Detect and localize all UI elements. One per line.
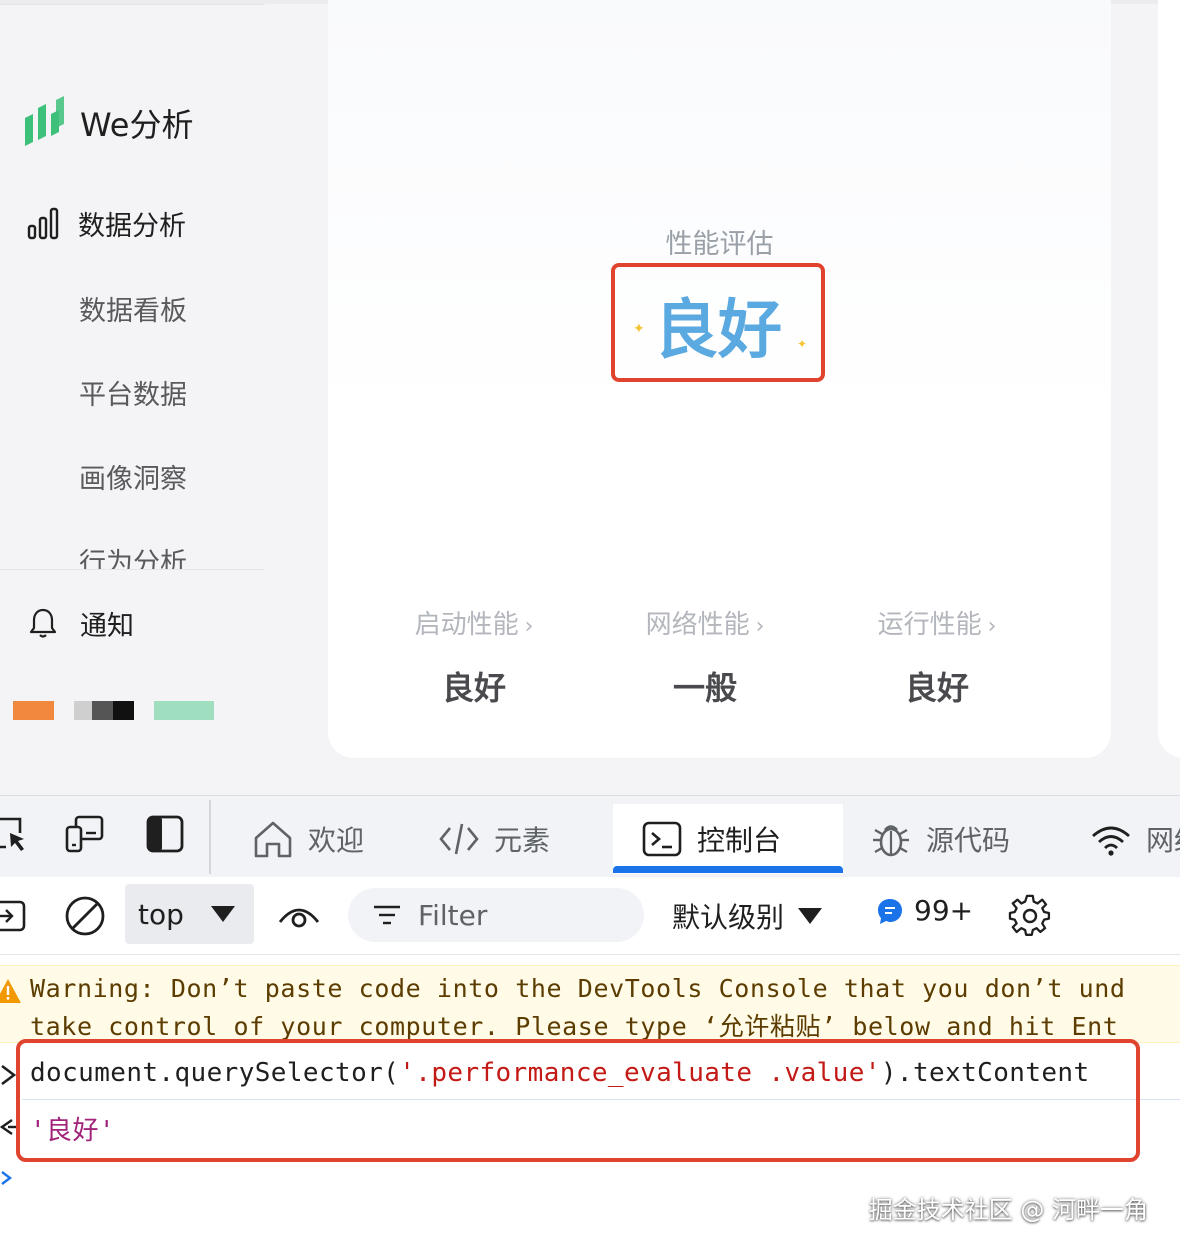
log-levels-label: 默认级别 — [672, 901, 785, 934]
caret-down-icon — [211, 906, 235, 922]
blurred-info-block — [154, 701, 214, 720]
metric-runtime-title: 运行性能 — [877, 610, 982, 640]
metric-startup[interactable]: 启动性能 › 良好 — [374, 604, 574, 709]
sidebar-group-data-analysis[interactable]: 数据分析 — [26, 203, 186, 243]
paste-warning-message: Warning: Don’t paste code into the DevTo… — [0, 965, 1180, 1043]
device-toolbar-icon[interactable] — [64, 813, 106, 855]
metric-network-title: 网络性能 — [645, 610, 750, 640]
console-icon — [642, 821, 682, 857]
bell-icon — [29, 608, 57, 638]
dock-side-icon[interactable] — [144, 813, 186, 855]
blurred-username-block — [74, 701, 134, 720]
tab-label: 元素 — [494, 824, 551, 857]
tab-elements[interactable]: 元素 — [438, 804, 550, 874]
blurred-avatar-block — [13, 701, 54, 720]
metric-runtime[interactable]: 运行性能 › 良好 — [837, 604, 1037, 709]
tab-bar-divider — [209, 800, 211, 874]
logo-icon — [25, 96, 64, 146]
live-expression-eye-icon[interactable] — [277, 894, 321, 938]
warning-line-1: Warning: Don’t paste code into the DevTo… — [30, 974, 1126, 1003]
sidebar-item-platform-data[interactable]: 平台数据 — [79, 373, 187, 412]
filter-icon — [374, 905, 400, 925]
settings-gear-icon[interactable] — [1008, 894, 1052, 938]
filter-placeholder: Filter — [418, 898, 488, 932]
sidebar-divider — [0, 569, 265, 570]
tab-label: 网络 — [1146, 824, 1180, 857]
highlight-box-console — [16, 1039, 1140, 1162]
metric-network[interactable]: 网络性能 › 一般 — [605, 604, 805, 709]
log-levels-select[interactable]: 默认级别 — [672, 896, 824, 936]
message-bubble-icon — [878, 898, 902, 924]
app-logo-text: We分析 — [80, 106, 194, 144]
highlight-box-evaluate: ✦ ✦ 良好 — [611, 263, 825, 382]
devtools-tab-bar: 欢迎 元素 控制台 源代码 网 — [0, 795, 1180, 877]
sidebar-item-behavior-analysis[interactable]: 行为分析 — [79, 541, 187, 569]
caret-down-icon — [798, 908, 823, 924]
clear-console-icon[interactable] — [63, 894, 107, 938]
tab-label: 源代码 — [926, 824, 1011, 857]
metric-network-value: 一般 — [672, 669, 737, 707]
warning-triangle-icon — [0, 979, 21, 1003]
metric-runtime-value: 良好 — [904, 669, 969, 707]
sidebar-item-notice[interactable]: 通知 — [26, 603, 134, 643]
chevron-right-icon: › — [524, 614, 534, 639]
watermark: 掘金技术社区 @ 河畔一角 — [868, 1196, 1148, 1224]
app-area: We分析 数据分析 数据看板 平台数据 画像洞察 行为分析 通知 性能评估 ✦ … — [0, 0, 1180, 795]
performance-evaluate-value: 良好 — [654, 294, 782, 368]
performance-card: 性能评估 ✦ ✦ 良好 启动性能 › 良好 网络性能 › 一般 运行性能 › 良好 — [328, 0, 1111, 758]
sidebar-toggle-icon[interactable] — [0, 894, 30, 938]
context-select[interactable]: top — [125, 884, 254, 944]
active-tab-indicator — [613, 866, 843, 873]
notice-label: 通知 — [80, 610, 134, 642]
performance-evaluate-label: 性能评估 — [665, 229, 774, 260]
console-toolbar: top Filter 默认级别 99+ — [0, 877, 1180, 955]
tab-console[interactable]: 控制台 — [613, 804, 843, 874]
metric-startup-title: 启动性能 — [414, 610, 519, 640]
bar-chart-icon — [27, 207, 59, 240]
tab-network[interactable]: 网络 — [1090, 804, 1180, 874]
tab-label: 控制台 — [697, 824, 782, 857]
warning-line-2: take control of your computer. Please ty… — [30, 1012, 1119, 1041]
tab-sources[interactable]: 源代码 — [870, 804, 1010, 874]
filter-input[interactable]: Filter — [348, 888, 644, 942]
sidebar-item-profile-insight[interactable]: 画像洞察 — [79, 457, 187, 496]
bug-icon — [873, 825, 909, 857]
sidebar-group-label: 数据分析 — [78, 210, 186, 242]
tab-label: 欢迎 — [308, 824, 365, 857]
wifi-icon — [1092, 826, 1130, 856]
chevron-right-icon: › — [987, 614, 997, 639]
metric-startup-value: 良好 — [441, 669, 506, 707]
tab-welcome[interactable]: 欢迎 — [252, 804, 364, 874]
sidebar: We分析 数据分析 数据看板 平台数据 画像洞察 行为分析 通知 — [0, 0, 265, 795]
issues-counter[interactable]: 99+ — [876, 894, 973, 927]
next-card-edge — [1158, 0, 1180, 758]
inspect-element-icon[interactable] — [0, 813, 32, 855]
prompt-chevron-icon[interactable] — [0, 1168, 14, 1188]
issues-count: 99+ — [914, 894, 974, 927]
sidebar-divider-top — [0, 4, 265, 5]
chevron-right-icon: › — [755, 614, 765, 639]
home-icon — [254, 821, 292, 858]
context-value: top — [138, 897, 184, 931]
sidebar-item-dashboard[interactable]: 数据看板 — [79, 289, 187, 328]
code-icon — [439, 823, 479, 855]
